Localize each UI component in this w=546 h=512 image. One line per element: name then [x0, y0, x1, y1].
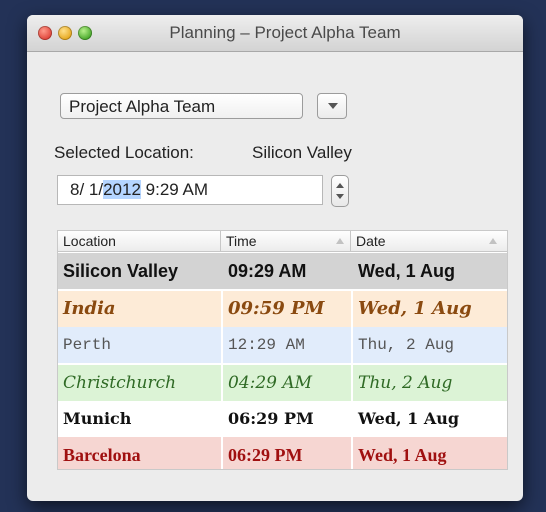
sort-ascending-icon [336, 238, 344, 244]
date-cell: Wed, 1 Aug [358, 409, 460, 428]
date-month-day[interactable]: 8/ 1/ [70, 180, 103, 199]
time-cell: 09:59 PM [228, 298, 325, 319]
window-title: Planning – Project Alpha Team [169, 23, 401, 42]
chevron-down-icon[interactable] [317, 93, 347, 119]
date-year-segment[interactable]: 2012 [103, 180, 141, 199]
table-row[interactable]: Silicon Valley 09:29 AM Wed, 1 Aug [58, 253, 507, 289]
location-cell: Silicon Valley [63, 261, 179, 281]
date-cell: Wed, 1 Aug [358, 261, 456, 281]
location-cell: Munich [63, 409, 132, 428]
time-cell: 09:29 AM [228, 261, 307, 281]
table-row[interactable]: India 09:59 PM Wed, 1 Aug [58, 291, 507, 327]
date-cell: Thu, 2 Aug [358, 373, 453, 393]
stepper-up-icon[interactable] [336, 183, 344, 188]
table-row[interactable]: Munich 06:29 PM Wed, 1 Aug [58, 401, 507, 437]
time-cell: 06:29 PM [228, 445, 303, 465]
table-header: Location Time Date [58, 231, 507, 252]
sort-ascending-icon [489, 238, 497, 244]
column-header-date[interactable]: Date [351, 231, 507, 251]
column-header-date-label: Date [356, 233, 386, 249]
planning-window: Planning – Project Alpha Team Project Al… [27, 15, 523, 501]
column-header-time[interactable]: Time [221, 231, 351, 251]
table-row[interactable]: Barcelona 06:29 PM Wed, 1 Aug [58, 437, 507, 469]
stepper-down-icon[interactable] [336, 194, 344, 199]
stepper-icon[interactable] [331, 175, 349, 207]
time-cell: 12:29 AM [228, 336, 305, 354]
column-header-time-label: Time [226, 233, 257, 249]
table-row[interactable]: Perth 12:29 AM Thu, 2 Aug [58, 327, 507, 363]
location-cell: Barcelona [63, 445, 141, 465]
location-cell: Christchurch [63, 373, 177, 393]
team-popup-button[interactable]: Project Alpha Team [60, 93, 303, 119]
time-cell: 06:29 PM [228, 409, 314, 428]
time-segment[interactable]: 9:29 AM [141, 180, 208, 199]
date-cell: Thu, 2 Aug [358, 336, 455, 354]
column-header-location[interactable]: Location [58, 231, 221, 251]
locations-table[interactable]: Location Time Date Silicon Valley 09:29 … [57, 230, 508, 470]
time-cell: 04:29 AM [228, 373, 313, 393]
date-time-field[interactable]: 8/ 1/2012 9:29 AM [57, 175, 323, 205]
location-cell: Perth [63, 336, 112, 354]
table-row[interactable]: Christchurch 04:29 AM Thu, 2 Aug [58, 365, 507, 401]
date-cell: Wed, 1 Aug [358, 298, 472, 319]
location-cell: India [63, 298, 116, 319]
date-cell: Wed, 1 Aug [358, 445, 447, 465]
selected-location-value: Silicon Valley [252, 143, 352, 162]
selected-location-label: Selected Location: [54, 143, 194, 162]
title-bar[interactable]: Planning – Project Alpha Team [27, 15, 523, 52]
